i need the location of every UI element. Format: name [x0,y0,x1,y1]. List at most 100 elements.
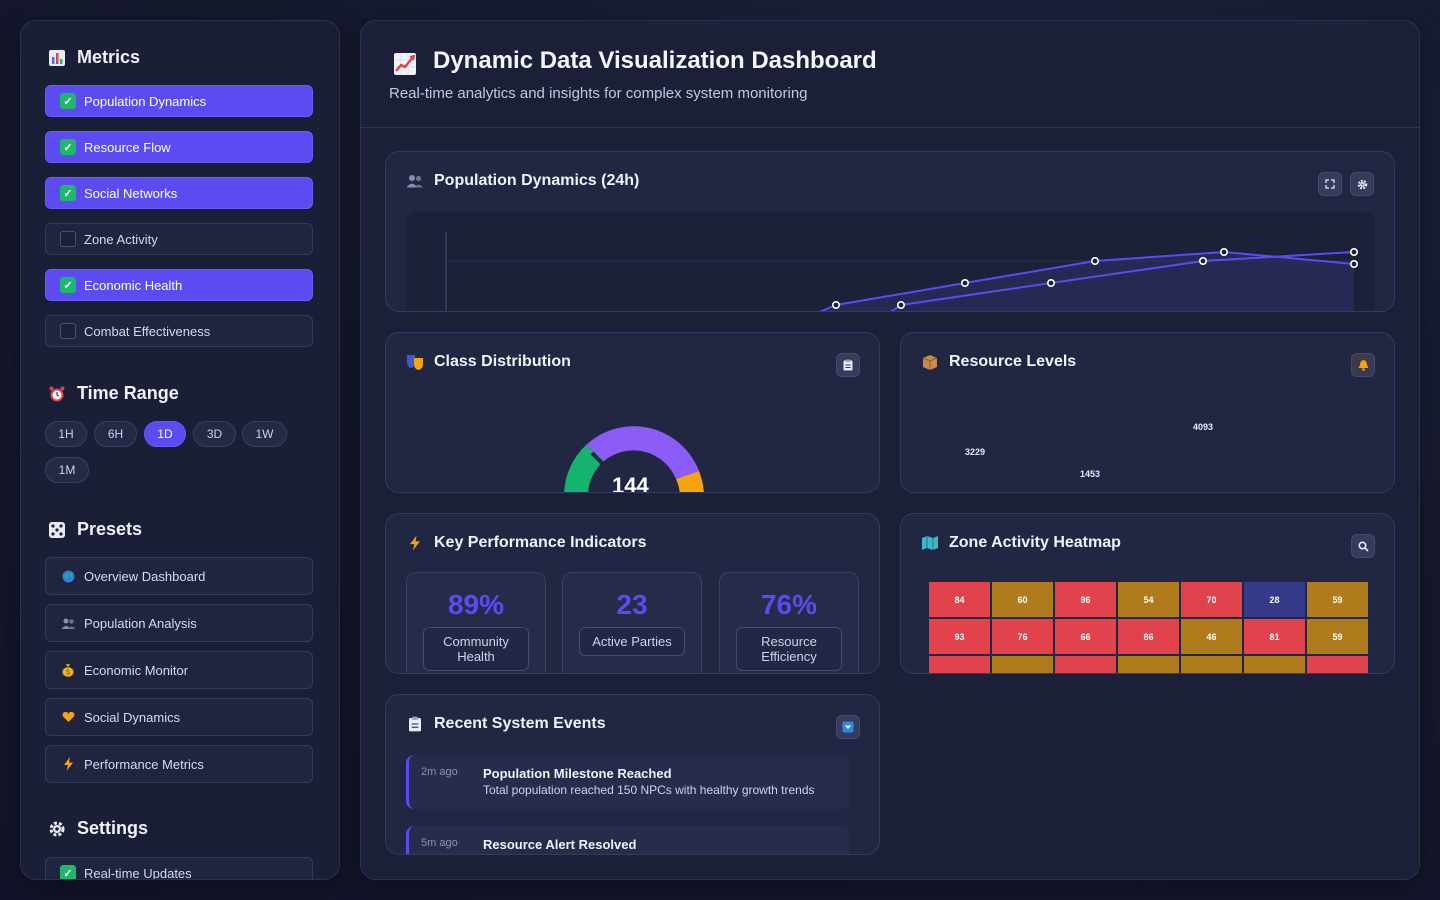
kpi-resource-efficiency[interactable]: 76% Resource Efficiency [719,572,859,673]
page-title: Dynamic Data Visualization Dashboard [433,47,877,74]
donut-segment-purple[interactable] [586,426,699,479]
gear-icon[interactable] [1350,172,1374,196]
card-title: Population Dynamics (24h) [406,172,639,190]
chart-point[interactable] [1090,256,1099,265]
event-item[interactable]: 5m ago Resource Alert Resolved [406,826,850,854]
metric-social-networks[interactable]: ✓ Social Networks [45,177,313,209]
heatmap-cell[interactable]: 76 [992,619,1053,654]
kpi-active-parties[interactable]: 23 Active Parties [562,572,702,673]
event-item[interactable]: 2m ago Population Milestone Reached Tota… [406,755,850,809]
globe-icon [60,568,76,584]
metric-combat-effectiveness[interactable]: Combat Effectiveness [45,315,313,347]
heatmap-card-title: Zone Activity Heatmap [949,534,1121,551]
population-chart [406,212,1374,311]
checkbox-unchecked-icon[interactable] [60,231,76,247]
kpi-value: 76% [760,589,818,620]
kpi-label: Active Parties [579,627,685,656]
chart-point[interactable] [960,279,969,288]
preset-overview-dashboard[interactable]: Overview Dashboard [45,557,313,595]
heatmap-grid: 84 60 96 54 70 28 59 93 76 66 86 46 81 59 [929,582,1369,673]
time-range-1m[interactable]: 1M [45,457,89,483]
population-dynamics-card: Population Dynamics (24h) [385,151,1395,312]
lightning-icon [60,756,76,772]
heatmap-cell[interactable]: 60 [992,582,1053,617]
search-icon[interactable] [1351,534,1375,558]
events-card-title: Recent System Events [434,715,606,732]
heatmap-cell[interactable] [1055,656,1116,673]
clipboard-icon[interactable] [836,353,860,377]
checkbox-checked-icon[interactable]: ✓ [60,865,76,879]
people-icon [406,172,424,190]
sidebar: Metrics ✓ Population Dynamics ✓ Resource… [20,20,340,880]
heatmap-cell[interactable] [1118,656,1179,673]
svg-text:$: $ [66,670,70,677]
checkbox-checked-icon[interactable]: ✓ [60,93,76,109]
event-title: Resource Alert Resolved [483,837,637,852]
class-card-title: Class Distribution [434,353,571,370]
kpi-label: Community Health [423,627,529,671]
heatmap-cell[interactable] [1181,656,1242,673]
chart-point[interactable] [1349,259,1358,268]
chart-point[interactable] [1219,247,1228,256]
heatmap-cell[interactable]: 59 [1307,582,1368,617]
setting-real-time-updates[interactable]: ✓ Real-time Updates [45,857,313,879]
heatmap-cell[interactable] [1244,656,1305,673]
presets-title: Presets [77,519,143,539]
heatmap-cell[interactable]: 28 [1244,582,1305,617]
metrics-section-title: Metrics [47,47,140,68]
page-subtitle: Real-time analytics and insights for com… [389,85,808,102]
heatmap-cell[interactable] [1307,656,1368,673]
kpi-value: 23 [616,589,648,620]
heatmap-cell[interactable] [992,656,1053,673]
preset-population-analysis[interactable]: Population Analysis [45,604,313,642]
expand-icon[interactable] [1318,172,1342,196]
time-range-6h[interactable]: 6H [94,421,137,447]
heatmap-cell[interactable]: 46 [1181,619,1242,654]
checkbox-checked-icon[interactable]: ✓ [60,277,76,293]
preset-performance-metrics[interactable]: Performance Metrics [45,745,313,783]
preset-label: Performance Metrics [84,756,204,772]
checkbox-checked-icon[interactable]: ✓ [60,185,76,201]
heatmap-cell[interactable]: 70 [1181,582,1242,617]
dropdown-icon[interactable] [836,715,860,739]
metric-label: Social Networks [84,185,178,201]
heatmap-cell[interactable]: 59 [1307,619,1368,654]
heatmap-cell[interactable]: 93 [929,619,990,654]
heatmap-cell[interactable]: 54 [1118,582,1179,617]
metric-zone-activity[interactable]: Zone Activity [45,223,313,255]
metric-economic-health[interactable]: ✓ Economic Health [45,269,313,301]
card-title: Recent System Events [406,715,606,733]
preset-social-dynamics[interactable]: Social Dynamics [45,698,313,736]
metric-population-dynamics[interactable]: ✓ Population Dynamics [45,85,313,117]
checkbox-checked-icon[interactable]: ✓ [60,139,76,155]
kpi-community-health[interactable]: 89% Community Health [406,572,546,673]
time-range-1h[interactable]: 1H [45,421,87,447]
chart-point[interactable] [831,301,840,310]
heatmap-cell[interactable]: 84 [929,582,990,617]
bell-icon[interactable] [1351,353,1375,377]
population-card-title: Population Dynamics (24h) [434,172,640,189]
settings-section-title: Settings [47,818,148,839]
kpi-value: 89% [447,589,505,620]
heatmap-cell[interactable]: 66 [1055,619,1116,654]
dice-icon [47,520,67,540]
package-icon [921,353,939,371]
time-range-section-title: Time Range [47,383,179,404]
heatmap-cell[interactable]: 81 [1244,619,1305,654]
heatmap-cell[interactable] [929,656,990,673]
preset-economic-monitor[interactable]: $ Economic Monitor [45,651,313,689]
time-range-3d[interactable]: 3D [193,421,236,447]
time-range-1d[interactable]: 1D [144,421,186,447]
chart-point[interactable] [1046,279,1055,288]
kpi-label: Resource Efficiency [736,627,842,671]
time-range-1w[interactable]: 1W [242,421,287,447]
heatmap-cell[interactable]: 96 [1055,582,1116,617]
masks-icon [406,353,424,371]
heatmap-cell[interactable]: 86 [1118,619,1179,654]
metric-resource-flow[interactable]: ✓ Resource Flow [45,131,313,163]
checkbox-unchecked-icon[interactable] [60,323,76,339]
chart-point[interactable] [1198,256,1207,265]
chart-point[interactable] [896,301,905,310]
chart-point[interactable] [1349,247,1358,256]
main-content: Dynamic Data Visualization Dashboard Rea… [360,20,1420,880]
